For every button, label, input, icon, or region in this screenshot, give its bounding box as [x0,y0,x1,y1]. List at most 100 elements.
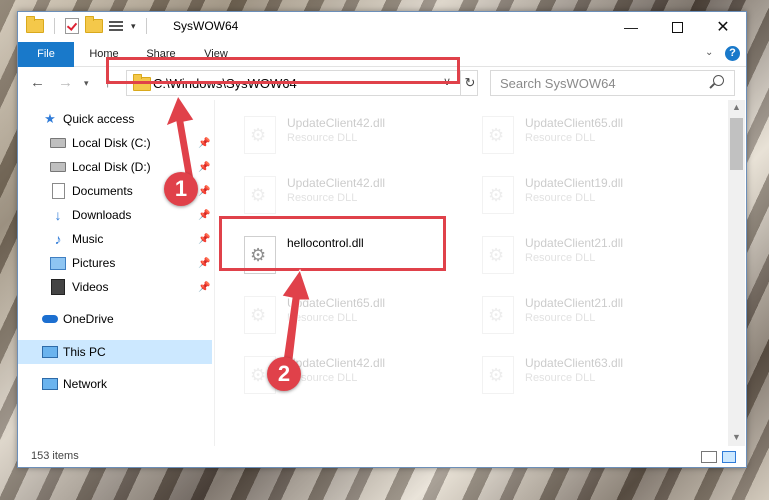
file-name: UpdateClient21.dll [525,296,624,310]
file-explorer-window: ▾ SysWOW64 — ✕ File Home Share View ⌄ ? … [17,11,747,468]
sidebar-item-label: Music [72,232,104,246]
file-name: UpdateClient21.dll [525,236,624,250]
window-title: SysWOW64 [173,19,239,33]
pin-icon[interactable]: 📌 [198,210,210,221]
vertical-scrollbar[interactable]: ▲ ▼ [728,100,745,446]
customize-toolbar-icon[interactable] [109,20,125,32]
sidebar-item-videos[interactable]: Videos 📌 [18,275,212,299]
scroll-thumb[interactable] [730,118,743,170]
file-type: Resource DLL [525,132,596,144]
sidebar-item-music[interactable]: ♪ Music 📌 [18,227,212,251]
recent-locations-button[interactable]: ▾ [84,78,89,89]
minimize-button[interactable]: — [608,12,654,42]
music-icon: ♪ [54,231,62,247]
file-list: UpdateClient42.dll Resource DLL UpdateCl… [215,100,728,446]
sidebar-item-network[interactable]: Network [18,372,212,396]
toolbar-divider [54,18,55,34]
search-placeholder: Search SysWOW64 [500,76,616,91]
dll-file-icon [482,356,514,394]
expand-ribbon-icon[interactable]: ⌄ [705,47,713,58]
file-item[interactable]: UpdateClient63.dll Resource DLL [477,350,697,402]
file-name: UpdateClient65.dll [287,296,386,310]
refresh-button[interactable]: ↻ [460,71,479,95]
large-icons-view-icon[interactable] [722,451,736,463]
pin-icon[interactable]: 📌 [198,186,210,197]
file-item-hellocontrol[interactable]: hellocontrol.dll [239,230,459,282]
file-type: Resource DLL [525,192,596,204]
tab-view[interactable]: View [194,42,238,66]
file-type: Resource DLL [525,312,596,324]
sidebar-item-pictures[interactable]: Pictures 📌 [18,251,212,275]
sidebar-item-local-disk-c[interactable]: Local Disk (C:) 📌 [18,131,212,155]
toolbar-dropdown-icon[interactable]: ▾ [131,21,136,32]
close-button[interactable]: ✕ [700,12,746,42]
pin-icon[interactable]: 📌 [198,282,210,293]
dll-file-icon [244,236,276,274]
forward-button[interactable]: → [58,74,73,91]
sidebar-item-quick-access[interactable]: ★ Quick access [18,107,212,131]
pin-icon[interactable]: 📌 [198,162,210,173]
file-name: UpdateClient19.dll [525,176,624,190]
pin-icon[interactable]: 📌 [198,258,210,269]
pictures-icon [50,256,66,270]
sidebar-item-label: Network [63,377,108,391]
pin-icon[interactable]: 📌 [198,234,210,245]
search-input[interactable]: Search SysWOW64 [490,70,735,96]
maximize-icon [671,21,683,33]
help-icon[interactable]: ? [725,46,740,61]
dll-file-icon [244,176,276,214]
sidebar-item-label: Videos [72,280,109,294]
file-type: Resource DLL [287,132,358,144]
tab-home[interactable]: Home [80,42,128,66]
tab-share[interactable]: Share [138,42,184,66]
item-count: 153 items [31,450,79,462]
sidebar-item-downloads[interactable]: ↓ Downloads 📌 [18,203,212,227]
file-item[interactable]: UpdateClient42.dll Resource DLL [239,110,459,162]
maximize-button[interactable] [654,12,700,42]
onedrive-icon [42,312,58,326]
address-dropdown-icon[interactable]: ∨ [443,75,451,88]
title-bar: ▾ SysWOW64 — ✕ [18,12,746,42]
up-button[interactable]: ↑ [104,74,112,91]
dll-file-icon [482,236,514,274]
dll-file-icon [244,116,276,154]
pc-icon [42,345,58,359]
sidebar-item-this-pc[interactable]: This PC [18,340,212,364]
search-icon [713,75,724,86]
navigation-pane: ★ Quick access Local Disk (C:) 📌 Local D… [18,100,212,446]
pin-icon[interactable]: 📌 [198,138,210,149]
scroll-up-icon[interactable]: ▲ [732,102,741,112]
drive-icon [50,136,66,150]
properties-check-icon[interactable] [65,18,79,34]
details-view-icon[interactable] [701,451,717,463]
file-item[interactable]: UpdateClient21.dll Resource DLL [477,290,697,342]
file-item[interactable]: UpdateClient19.dll Resource DLL [477,170,697,222]
file-type: Resource DLL [287,192,358,204]
address-path[interactable]: C:\Windows\SysWOW64 [153,76,297,91]
sidebar-item-label: Quick access [63,112,135,126]
dll-file-icon [482,296,514,334]
file-item[interactable]: UpdateClient42.dll Resource DLL [239,170,459,222]
sidebar-item-label: Downloads [72,208,132,222]
file-item[interactable]: UpdateClient65.dll Resource DLL [477,110,697,162]
back-button[interactable]: ← [30,74,45,91]
star-icon: ★ [44,111,56,126]
address-bar[interactable]: C:\Windows\SysWOW64 ∨ ↻ [126,70,478,96]
file-type: Resource DLL [287,312,358,324]
sidebar-item-label: This PC [63,345,106,359]
drive-icon [50,160,66,174]
file-name: UpdateClient42.dll [287,116,386,130]
new-folder-icon[interactable] [85,16,103,33]
scroll-down-icon[interactable]: ▼ [732,432,741,442]
file-name: UpdateClient63.dll [525,356,624,370]
sidebar-item-label: Local Disk (D:) [72,160,151,174]
dll-file-icon [482,176,514,214]
file-name: UpdateClient42.dll [287,176,386,190]
file-item[interactable]: UpdateClient65.dll Resource DLL [239,290,459,342]
file-type: Resource DLL [525,372,596,384]
sidebar-item-onedrive[interactable]: OneDrive [18,307,212,331]
sidebar-item-label: Local Disk (C:) [72,136,151,150]
downloads-icon: ↓ [54,207,62,223]
folder-icon [26,16,44,33]
file-item[interactable]: UpdateClient21.dll Resource DLL [477,230,697,282]
